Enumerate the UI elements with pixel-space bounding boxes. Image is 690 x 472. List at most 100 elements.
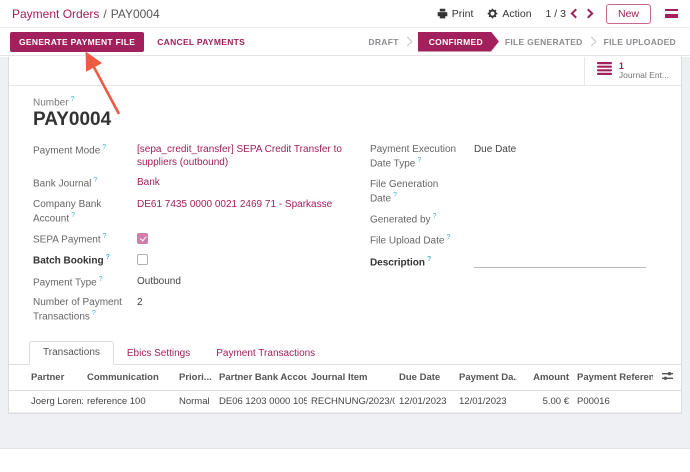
breadcrumb: Payment Orders / PAY0004 bbox=[12, 7, 160, 21]
table-row[interactable]: Joerg Lorenz reference 100 Normal DE06 1… bbox=[9, 391, 681, 413]
description-input[interactable] bbox=[474, 255, 646, 268]
form-sheet: 1 Journal Ent... Number PAY0004 Payment … bbox=[8, 57, 682, 414]
breadcrumb-parent[interactable]: Payment Orders bbox=[12, 7, 99, 21]
field-number-of-payment-transactions: Number of Payment Transactions 2 bbox=[33, 296, 370, 323]
cell-due-date[interactable]: 12/01/2023 bbox=[395, 391, 455, 413]
payment-execution-date-type-label: Payment Execution Date Type bbox=[370, 143, 474, 170]
status-step-file-generated[interactable]: FILE GENERATED bbox=[501, 37, 587, 47]
bank-journal-label: Bank Journal bbox=[33, 176, 137, 190]
print-button[interactable]: Print bbox=[437, 8, 474, 20]
batch-booking-checkbox[interactable] bbox=[137, 254, 148, 265]
cell-priority[interactable]: Normal bbox=[175, 391, 215, 413]
field-sepa-payment: SEPA Payment bbox=[33, 232, 370, 246]
cell-journal-item[interactable]: BNK1/2023/0101 (PAY00 bbox=[307, 413, 395, 414]
field-company-bank-account: Company Bank Account DE61 7435 0000 0021… bbox=[33, 198, 370, 225]
field-batch-booking: Batch Booking bbox=[33, 253, 370, 267]
action-label: Action bbox=[502, 8, 531, 20]
cell-communication[interactable]: reference 100 bbox=[83, 391, 175, 413]
optional-columns-button[interactable] bbox=[653, 365, 681, 391]
col-header-communication[interactable]: Communication bbox=[83, 365, 175, 391]
tab-ebics-settings[interactable]: Ebics Settings bbox=[114, 343, 203, 365]
chevron-left-icon[interactable] bbox=[571, 9, 581, 19]
file-upload-date-label: File Upload Date bbox=[370, 233, 474, 247]
sepa-payment-label: SEPA Payment bbox=[33, 232, 137, 246]
company-bank-account-label: Company Bank Account bbox=[33, 198, 137, 225]
journal-entries-smart-button[interactable]: 1 Journal Ent... bbox=[584, 57, 681, 85]
cell-bank-account[interactable]: DE06 1203 0000 1057 25 bbox=[215, 391, 307, 413]
status-step-draft[interactable]: DRAFT bbox=[364, 37, 402, 47]
generate-payment-file-button[interactable]: GENERATE PAYMENT FILE bbox=[10, 32, 144, 52]
col-header-partner[interactable]: Partner bbox=[9, 365, 83, 391]
description-label: Description bbox=[370, 255, 474, 269]
pager-value: 1 / 3 bbox=[546, 8, 566, 20]
cell-communication[interactable]: Vendor Payment 7.00 € - bbox=[83, 413, 175, 414]
table-row[interactable]: Joerg Lorenz Vendor Payment 7.00 € - Nor… bbox=[9, 413, 681, 414]
status-step-file-uploaded[interactable]: FILE UPLOADED bbox=[600, 37, 680, 47]
journal-entries-label: Journal Ent... bbox=[619, 71, 669, 81]
form-right-column: Payment Execution Date Type Due Date Fil… bbox=[370, 143, 657, 330]
col-header-due-date[interactable]: Due Date bbox=[395, 365, 455, 391]
field-generated-by: Generated by bbox=[370, 212, 657, 226]
col-header-payment-reference[interactable]: Payment Referen... bbox=[573, 365, 653, 391]
top-navbar: Payment Orders / PAY0004 Print Action 1 … bbox=[0, 0, 690, 28]
payment-mode-value[interactable]: [sepa_credit_transfer] SEPA Credit Trans… bbox=[137, 143, 352, 169]
cell-reference[interactable]: P00016 bbox=[573, 391, 653, 413]
cell-journal-item[interactable]: RECHNUNG/2023/0006 ( bbox=[307, 391, 395, 413]
cell-priority[interactable]: Normal bbox=[175, 413, 215, 414]
nav-actions: Print Action 1 / 3 New bbox=[437, 4, 678, 24]
gear-icon bbox=[487, 8, 498, 19]
generated-by-label: Generated by bbox=[370, 212, 474, 226]
cell-partner[interactable]: Joerg Lorenz bbox=[9, 413, 83, 414]
field-payment-mode: Payment Mode [sepa_credit_transfer] SEPA… bbox=[33, 143, 370, 169]
payment-execution-date-type-value: Due Date bbox=[474, 143, 516, 170]
action-button[interactable]: Action bbox=[487, 8, 531, 20]
number-field-value: PAY0004 bbox=[33, 109, 657, 131]
printer-icon bbox=[437, 8, 448, 19]
print-label: Print bbox=[452, 8, 474, 20]
tab-transactions[interactable]: Transactions bbox=[29, 341, 114, 365]
cell-partner[interactable]: Joerg Lorenz bbox=[9, 391, 83, 413]
payment-type-label: Payment Type bbox=[33, 275, 137, 289]
cell-payment-date[interactable]: 12/01/2023 bbox=[455, 413, 517, 414]
form-body: Number PAY0004 Payment Mode [sepa_credit… bbox=[9, 86, 681, 330]
cell-due-date[interactable]: 12/01/2023 bbox=[395, 413, 455, 414]
col-header-journal-item[interactable]: Journal Item bbox=[307, 365, 395, 391]
bank-journal-value[interactable]: Bank bbox=[137, 176, 160, 190]
field-file-upload-date: File Upload Date bbox=[370, 233, 657, 247]
status-step-confirmed[interactable]: CONFIRMED bbox=[418, 32, 499, 52]
status-separator-icon bbox=[402, 37, 412, 47]
cancel-payments-button[interactable]: CANCEL PAYMENTS bbox=[148, 32, 254, 52]
field-description: Description bbox=[370, 255, 657, 269]
field-file-generation-date: File Generation Date bbox=[370, 178, 657, 205]
sepa-payment-checkbox[interactable] bbox=[137, 233, 148, 244]
statusbar: DRAFT CONFIRMED FILE GENERATED FILE UPLO… bbox=[364, 32, 680, 52]
tab-payment-transactions[interactable]: Payment Transactions bbox=[203, 343, 328, 365]
breadcrumb-separator: / bbox=[103, 7, 106, 21]
form-left-column: Payment Mode [sepa_credit_transfer] SEPA… bbox=[33, 143, 370, 330]
chevron-right-icon[interactable] bbox=[584, 9, 594, 19]
col-header-payment-date[interactable]: Payment Da... bbox=[455, 365, 517, 391]
cell-reference[interactable]: P00017 bbox=[573, 413, 653, 414]
col-header-amount[interactable]: Amount bbox=[517, 365, 573, 391]
notebook-tabs: Transactions Ebics Settings Payment Tran… bbox=[9, 340, 681, 365]
new-button[interactable]: New bbox=[606, 4, 651, 24]
number-of-payment-transactions-label: Number of Payment Transactions bbox=[33, 296, 137, 323]
menu-icon[interactable] bbox=[665, 9, 678, 18]
transactions-table: Partner Communication Priori... Partner … bbox=[9, 365, 681, 414]
chatter-area bbox=[0, 448, 690, 472]
payment-type-value: Outbound bbox=[137, 275, 181, 289]
field-payment-type: Payment Type Outbound bbox=[33, 275, 370, 289]
cell-amount[interactable]: 5.00 € bbox=[517, 391, 573, 413]
cell-payment-date[interactable]: 12/01/2023 bbox=[455, 391, 517, 413]
col-header-priority[interactable]: Priori... bbox=[175, 365, 215, 391]
control-bar: GENERATE PAYMENT FILE CANCEL PAYMENTS DR… bbox=[0, 28, 690, 56]
cell-amount[interactable]: 7.00 € bbox=[517, 413, 573, 414]
optional-columns-icon bbox=[662, 373, 673, 384]
cell-bank-account[interactable]: DE06 1203 0000 1057 25 bbox=[215, 413, 307, 414]
company-bank-account-value[interactable]: DE61 7435 0000 0021 2469 71 - Sparkasse bbox=[137, 198, 332, 225]
col-header-partner-bank-account[interactable]: Partner Bank Account bbox=[215, 365, 307, 391]
breadcrumb-current: PAY0004 bbox=[111, 7, 160, 21]
pager: 1 / 3 bbox=[546, 8, 592, 20]
smart-button-row: 1 Journal Ent... bbox=[9, 57, 681, 86]
payment-mode-label: Payment Mode bbox=[33, 143, 137, 169]
